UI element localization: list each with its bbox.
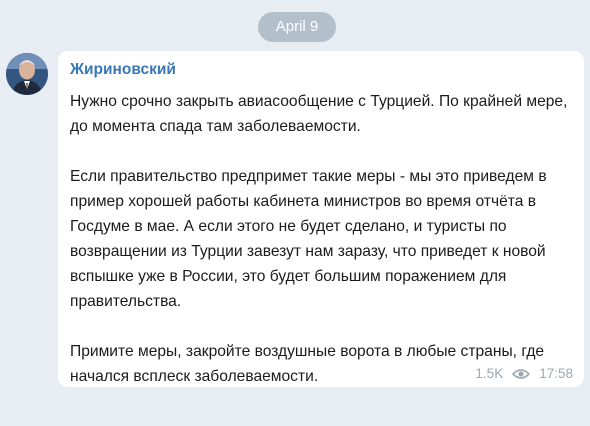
message-paragraph-1: Нужно срочно закрыть авиасообщение с Тур…	[70, 93, 568, 135]
message-paragraph-2: Если правительство предпримет такие меры…	[70, 168, 547, 310]
message-meta: 1.5K 17:58	[475, 366, 573, 381]
message-bubble[interactable]: Жириновский Нужно срочно закрыть авиасоо…	[58, 51, 584, 387]
message-time: 17:58	[539, 366, 573, 381]
date-separator: April 9	[258, 12, 336, 42]
sender-name[interactable]: Жириновский	[70, 61, 176, 79]
eye-icon	[512, 368, 531, 380]
avatar-image	[6, 53, 48, 95]
message-paragraph-3: Примите меры, закройте воздушные ворота …	[70, 343, 545, 385]
views-count: 1.5K	[475, 366, 504, 381]
message-text: Нужно срочно закрыть авиасообщение с Тур…	[70, 89, 580, 389]
avatar[interactable]	[6, 53, 48, 95]
